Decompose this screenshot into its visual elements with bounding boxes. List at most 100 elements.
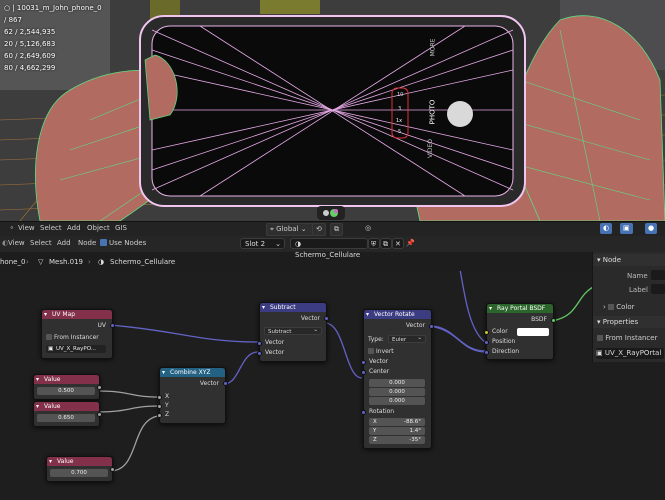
input-socket-color[interactable]: [484, 330, 489, 335]
phone-mode-video: VIDEO: [427, 138, 435, 159]
3d-viewport[interactable]: ○ | 10031_m_John_phone_0 / 867 62 / 2,54…: [0, 0, 665, 221]
node-header[interactable]: Ray Portal BSDF: [487, 304, 553, 313]
menu-select[interactable]: Select: [30, 239, 52, 247]
input-socket[interactable]: [257, 341, 262, 346]
rotation-y-field[interactable]: Y 1.4°: [369, 427, 425, 435]
menu-gis[interactable]: GIS: [112, 223, 130, 234]
phone-zoom-3: 3: [398, 106, 402, 112]
rotation-z-field[interactable]: Z -35°: [369, 436, 425, 444]
color-subpanel[interactable]: › Color: [603, 303, 635, 311]
snap-icon[interactable]: ⧉: [330, 223, 343, 236]
output-label: UV: [97, 322, 107, 329]
input-label: Center: [369, 368, 390, 375]
output-socket[interactable]: [110, 467, 115, 472]
combine-xyz-node[interactable]: Combine XYZ Vector X Y Z: [157, 367, 228, 424]
menu-add[interactable]: Add: [57, 239, 71, 247]
link-combine-to-subtract: [223, 351, 259, 385]
node-canvas[interactable]: UV Map UV From Instancer ▣UV_X_RayPO... …: [0, 271, 665, 500]
node-header[interactable]: Vector Rotate: [364, 310, 431, 319]
uv-map-node[interactable]: UV Map UV From Instancer ▣UV_X_RayPO...: [41, 309, 115, 359]
link-rotate-to-direction: [429, 325, 486, 353]
input-label: Y: [165, 402, 169, 409]
node-panel-header[interactable]: ▾ Node: [593, 254, 665, 266]
node-header[interactable]: Value: [34, 402, 99, 411]
output-socket[interactable]: [97, 412, 102, 417]
node-header[interactable]: Combine XYZ: [160, 368, 225, 377]
node-header[interactable]: Subtract: [260, 303, 326, 312]
center-z-field[interactable]: 0.000: [369, 397, 425, 405]
node-header[interactable]: Value: [34, 375, 99, 384]
type-dropdown[interactable]: Euler: [388, 334, 426, 343]
output-socket[interactable]: [429, 324, 434, 329]
input-socket-position[interactable]: [484, 340, 489, 345]
use-nodes-checkbox[interactable]: Use Nodes: [100, 239, 146, 247]
transform-orientation-dropdown[interactable]: ⌖ Global ⌄: [266, 223, 314, 236]
ray-portal-bsdf-node[interactable]: Ray Portal BSDF BSDF Color Position Dire…: [484, 303, 556, 360]
input-socket-direction[interactable]: [484, 350, 489, 355]
slot-dropdown[interactable]: Slot 2 ⌄: [240, 238, 285, 249]
from-instancer-checkbox[interactable]: From Instancer: [46, 334, 99, 341]
menu-select[interactable]: Select: [37, 223, 65, 234]
phone-mesh: [139, 15, 526, 207]
uv-map-field[interactable]: ▣ UV_X_RayPO...: [46, 345, 106, 353]
center-x-field[interactable]: 0.000: [369, 379, 425, 387]
value-node[interactable]: Value 0.700: [46, 456, 115, 482]
subtract-node[interactable]: Subtract Vector Subtract Vector Vector: [257, 302, 329, 362]
input-socket-y[interactable]: [157, 404, 162, 409]
properties-panel-header[interactable]: ▾ Properties: [593, 316, 665, 328]
name-field[interactable]: [651, 270, 665, 280]
checkbox-checked-icon: [100, 239, 107, 246]
xray-toggle-icon[interactable]: ▣: [620, 223, 633, 234]
menu-node[interactable]: Node: [78, 239, 96, 247]
output-socket[interactable]: [324, 316, 329, 321]
input-socket-z[interactable]: [157, 413, 162, 418]
proportional-edit-icon[interactable]: ◎: [362, 223, 374, 234]
phone-mode-more: MORE: [429, 38, 437, 57]
value-field[interactable]: 0.650: [37, 414, 95, 422]
invert-checkbox[interactable]: Invert: [368, 348, 394, 355]
node-header[interactable]: UV Map: [42, 310, 112, 319]
uv-map-field[interactable]: ▣ UV_X_RayPOrtal: [596, 348, 664, 359]
input-socket-x[interactable]: [157, 395, 162, 400]
menu-view[interactable]: View: [8, 239, 25, 247]
input-label: Vector: [265, 349, 285, 356]
value-field[interactable]: 0.500: [37, 387, 95, 395]
input-socket[interactable]: [361, 410, 366, 415]
output-socket[interactable]: [551, 318, 556, 323]
menu-object[interactable]: Object: [84, 223, 113, 234]
duplicate-material-icon[interactable]: ⧉: [380, 238, 392, 249]
link-subtract-to-rotate: [324, 322, 363, 379]
value-node[interactable]: Value 0.650: [33, 401, 102, 427]
pivot-icon[interactable]: ⟲: [312, 223, 326, 236]
color-swatch[interactable]: [517, 328, 549, 336]
mesh-icon: ▽: [38, 258, 44, 266]
overlay-toggle-icon[interactable]: ◐: [600, 223, 613, 234]
vector-rotate-node[interactable]: Vector Rotate Vector Type: Euler Invert …: [361, 309, 434, 449]
checkbox-icon: [46, 334, 52, 340]
shading-solid-icon[interactable]: ●: [645, 223, 658, 234]
menu-view[interactable]: View: [15, 223, 38, 234]
value-field[interactable]: 0.700: [50, 469, 108, 477]
from-instancer-checkbox[interactable]: From Instancer: [597, 334, 657, 342]
output-socket[interactable]: [110, 323, 115, 328]
input-socket[interactable]: [361, 360, 366, 365]
fake-user-icon[interactable]: ⛨: [368, 238, 380, 249]
input-socket[interactable]: [361, 370, 366, 375]
uv-icon: ▣: [48, 346, 54, 352]
node-wrangler-icon[interactable]: [317, 206, 345, 220]
link-value3-to-z: [109, 415, 159, 472]
input-socket[interactable]: [257, 351, 262, 356]
value-node[interactable]: Value 0.500: [33, 374, 102, 400]
unlink-material-icon[interactable]: ✕: [392, 238, 404, 249]
pin-icon[interactable]: 📌: [406, 239, 415, 247]
label-field[interactable]: [651, 284, 665, 294]
output-socket[interactable]: [97, 385, 102, 390]
node-header[interactable]: Value: [47, 457, 112, 466]
checkbox-icon: [608, 304, 615, 310]
center-y-field[interactable]: 0.000: [369, 388, 425, 396]
rotation-x-field[interactable]: X -88.6°: [369, 418, 425, 426]
output-socket[interactable]: [223, 381, 228, 386]
material-field[interactable]: ◑ Schermo_Cellulare: [290, 238, 368, 259]
operation-dropdown[interactable]: Subtract: [264, 326, 322, 335]
menu-add[interactable]: Add: [64, 223, 84, 234]
